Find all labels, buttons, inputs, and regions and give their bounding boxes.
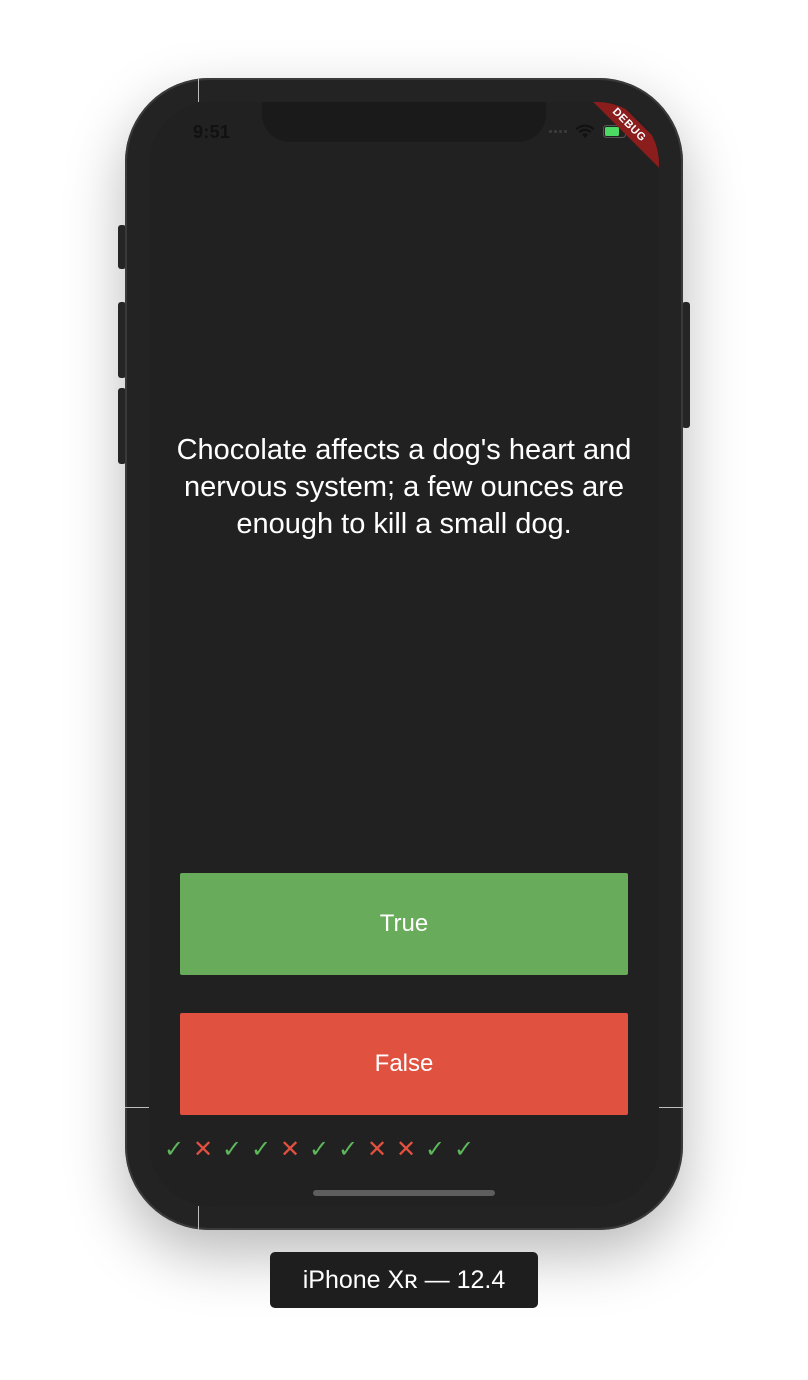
frame-guide-line: [657, 1107, 683, 1108]
check-icon: ✓: [453, 1135, 475, 1163]
status-time: 9:51: [193, 122, 231, 142]
power-button: [682, 302, 690, 428]
close-icon: ✕: [366, 1135, 388, 1163]
wifi-icon: [575, 124, 595, 139]
simulator-stage: 9:51 DEBUG Chocolate affects a dog's hea…: [0, 0, 808, 1380]
frame-guide-line: [125, 1107, 151, 1108]
close-icon: ✕: [192, 1135, 214, 1163]
score-keeper: ✓ ✕ ✓ ✓ ✕ ✓ ✓ ✕ ✕ ✓ ✓: [163, 1136, 475, 1162]
home-indicator[interactable]: [313, 1190, 495, 1196]
frame-guide-line: [198, 1206, 199, 1230]
check-icon: ✓: [221, 1135, 243, 1163]
frame-guide-line: [198, 78, 199, 102]
check-icon: ✓: [163, 1135, 185, 1163]
question-text: Chocolate affects a dog's heart and nerv…: [176, 434, 632, 540]
notch: [262, 102, 546, 142]
close-icon: ✕: [395, 1135, 417, 1163]
device-label: iPhone Xʀ — 12.4: [270, 1252, 538, 1308]
signal-icon: [549, 130, 567, 133]
phone-screen: 9:51 DEBUG Chocolate affects a dog's hea…: [149, 102, 659, 1206]
check-icon: ✓: [250, 1135, 272, 1163]
check-icon: ✓: [424, 1135, 446, 1163]
false-button[interactable]: False: [180, 1013, 628, 1115]
true-button[interactable]: True: [180, 873, 628, 975]
check-icon: ✓: [308, 1135, 330, 1163]
close-icon: ✕: [279, 1135, 301, 1163]
check-icon: ✓: [337, 1135, 359, 1163]
